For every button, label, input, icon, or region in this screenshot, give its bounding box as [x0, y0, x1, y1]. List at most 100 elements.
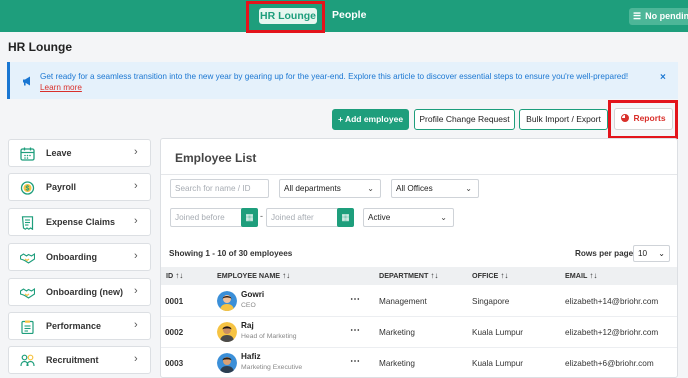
column-header-department[interactable]: DEPARTMENT ↑↓: [379, 271, 438, 280]
employee-title: CEO: [241, 302, 256, 309]
people-icon: [20, 354, 35, 368]
sidebar-item-label: Leave: [46, 148, 72, 158]
sidebar-item-label: Expense Claims: [46, 217, 116, 227]
sidebar-item-onboarding-new[interactable]: Onboarding (new) ›: [8, 278, 151, 306]
chevron-down-icon: ⌄: [658, 249, 665, 258]
status-select[interactable]: Active ⌄: [363, 208, 454, 227]
employee-id: 0002: [165, 328, 184, 337]
chevron-right-icon: ›: [134, 146, 138, 158]
megaphone-icon: [22, 76, 33, 89]
office-select[interactable]: All Offices ⌄: [391, 179, 479, 198]
chevron-right-icon: ›: [134, 215, 138, 227]
column-label: EMPLOYEE NAME: [217, 271, 281, 280]
column-label: OFFICE: [472, 271, 499, 280]
table-row[interactable]: 0002 Raj Head of Marketing ⋯ Marketing K…: [161, 317, 677, 348]
more-options-icon[interactable]: ⋯: [350, 294, 361, 305]
department-select-value: All departments: [284, 184, 341, 193]
column-header-name[interactable]: EMPLOYEE NAME ↑↓: [217, 271, 290, 280]
table-header: ID ↑↓ EMPLOYEE NAME ↑↓ DEPARTMENT ↑↓ OFFICE…: [161, 267, 677, 285]
sidebar-item-onboarding[interactable]: Onboarding ›: [8, 243, 151, 271]
highlight-box-reports: [608, 100, 678, 139]
chevron-right-icon: ›: [134, 180, 138, 192]
employee-department: Management: [379, 297, 427, 306]
chevron-right-icon: ›: [134, 353, 138, 365]
chevron-down-icon: ⌄: [367, 184, 374, 193]
pending-tasks-button[interactable]: ☰No pending: [629, 8, 688, 25]
column-header-id[interactable]: ID ↑↓: [166, 271, 183, 280]
sidebar-item-expense-claims[interactable]: Expense Claims ›: [8, 208, 151, 236]
sort-icon: ↑↓: [430, 271, 439, 280]
bulk-import-export-button[interactable]: Bulk Import / Export: [519, 109, 608, 130]
search-input[interactable]: Search for name / ID: [170, 179, 269, 198]
employee-office: Kuala Lumpur: [472, 359, 523, 368]
column-label: EMAIL: [565, 271, 588, 280]
sort-icon: ↑↓: [175, 271, 184, 280]
table-row[interactable]: 0001 Gowri CEO ⋯ Management Singapore el…: [161, 286, 677, 317]
column-header-office[interactable]: OFFICE ↑↓: [472, 271, 508, 280]
learn-more-link[interactable]: Learn more: [40, 83, 82, 92]
chevron-down-icon: ⌄: [440, 213, 447, 222]
receipt-icon: [20, 216, 35, 231]
joined-before-field[interactable]: Joined before: [170, 208, 246, 227]
sort-icon: ↑↓: [500, 271, 509, 280]
more-options-icon[interactable]: ⋯: [350, 325, 361, 336]
sidebar-item-recruitment[interactable]: Recruitment ›: [8, 346, 151, 374]
highlight-box-hr-lounge: [246, 1, 325, 33]
employee-name[interactable]: Raj: [241, 321, 254, 330]
sidebar-item-label: Recruitment: [46, 355, 99, 365]
calendar-icon[interactable]: ▦: [337, 208, 354, 227]
table-row[interactable]: 0003 Hafiz Marketing Executive ⋯ Marketi…: [161, 348, 677, 378]
tab-people[interactable]: People: [332, 9, 366, 21]
more-options-icon[interactable]: ⋯: [350, 356, 361, 367]
office-select-value: All Offices: [396, 184, 433, 193]
department-select[interactable]: All departments ⌄: [279, 179, 381, 198]
banner-text-block: Get ready for a seamless transition into…: [40, 71, 630, 93]
chevron-right-icon: ›: [134, 250, 138, 262]
sort-icon: ↑↓: [589, 271, 598, 280]
status-select-value: Active: [368, 213, 391, 222]
employee-email: elizabeth+12@briohr.com: [565, 328, 659, 337]
employee-title: Marketing Executive: [241, 364, 303, 371]
rows-per-page-label: Rows per page: [575, 249, 634, 258]
add-employee-button[interactable]: + Add employee: [332, 109, 409, 130]
employee-title: Head of Marketing: [241, 333, 297, 340]
profile-change-request-button[interactable]: Profile Change Request: [414, 109, 515, 130]
employee-email: elizabeth+14@briohr.com: [565, 297, 659, 306]
rows-per-page-value: 10: [638, 249, 648, 258]
avatar: [217, 291, 237, 311]
joined-after-field[interactable]: Joined after: [266, 208, 342, 227]
sidebar-item-payroll[interactable]: $ Payroll ›: [8, 173, 151, 201]
sidebar-item-label: Payroll: [46, 182, 77, 192]
close-icon[interactable]: ×: [660, 72, 666, 83]
avatar: [217, 353, 237, 373]
calendar-icon: [20, 147, 35, 161]
sidebar-item-label: Onboarding (new): [46, 287, 123, 297]
column-header-email[interactable]: EMAIL ↑↓: [565, 271, 597, 280]
employee-name[interactable]: Gowri: [241, 290, 264, 299]
showing-count: Showing 1 - 10 of 30 employees: [169, 249, 293, 258]
rows-per-page-select[interactable]: 10 ⌄: [633, 245, 670, 262]
employee-department: Marketing: [379, 328, 415, 337]
list-icon: ☰: [633, 11, 642, 21]
employee-office: Singapore: [472, 297, 510, 306]
employee-email: elizabeth+6@briohr.com: [565, 359, 654, 368]
column-label: DEPARTMENT: [379, 271, 429, 280]
employee-id: 0001: [165, 297, 184, 306]
pending-label: No pending: [645, 11, 688, 21]
sidebar-item-label: Performance: [46, 321, 102, 331]
svg-text:$: $: [26, 186, 30, 193]
employee-office: Kuala Lumpur: [472, 328, 523, 337]
divider: [161, 174, 677, 175]
avatar: [217, 322, 237, 342]
info-banner: Get ready for a seamless transition into…: [7, 62, 678, 99]
sidebar-item-leave[interactable]: Leave ›: [8, 139, 151, 167]
employee-list-title: Employee List: [175, 151, 257, 165]
handshake-icon: [19, 251, 36, 265]
dollar-coin-icon: $: [20, 181, 35, 195]
calendar-icon[interactable]: ▦: [241, 208, 258, 227]
sort-icon: ↑↓: [282, 271, 291, 280]
sidebar-item-performance[interactable]: Performance ›: [8, 312, 151, 340]
employee-name[interactable]: Hafiz: [241, 352, 261, 361]
employee-id: 0003: [165, 359, 184, 368]
banner-message: Get ready for a seamless transition into…: [40, 72, 629, 81]
